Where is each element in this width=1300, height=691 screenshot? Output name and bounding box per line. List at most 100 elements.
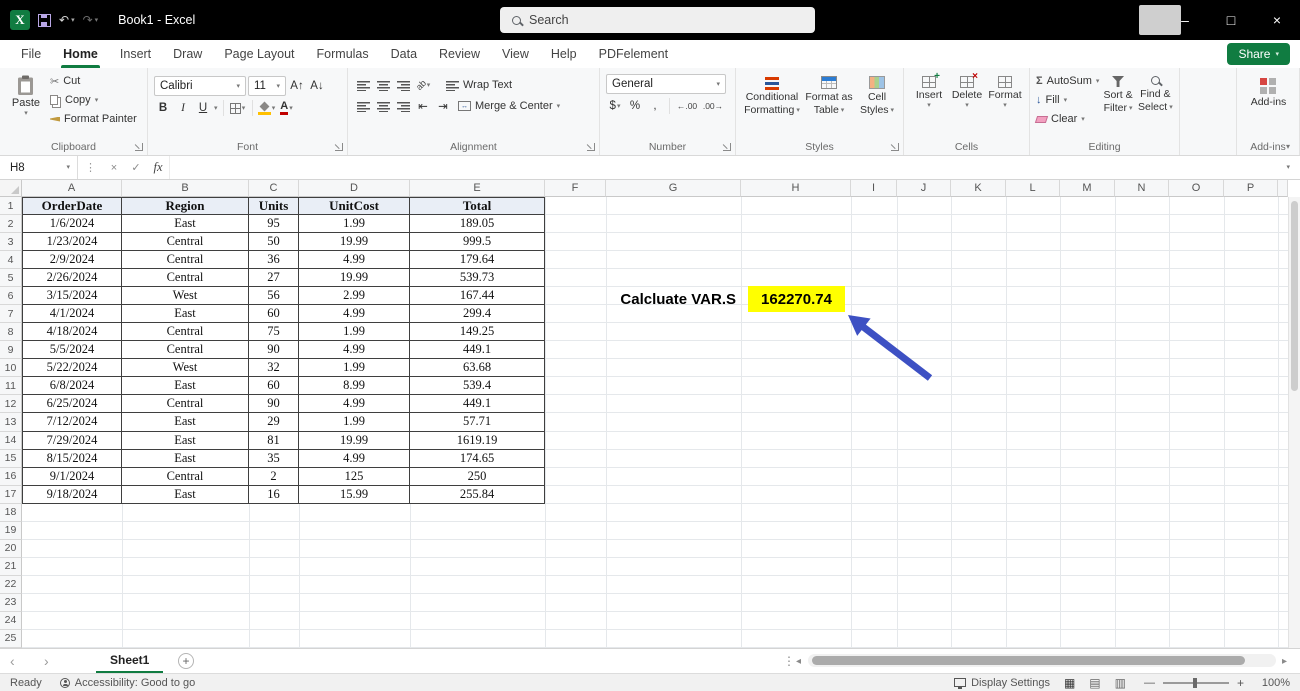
table-cell[interactable]: 1.99 <box>299 323 410 341</box>
table-cell[interactable]: East <box>122 215 249 233</box>
page-layout-view-button[interactable]: ▤ <box>1089 676 1100 690</box>
column-header-O[interactable]: O <box>1169 180 1224 197</box>
zoom-slider-thumb[interactable] <box>1193 678 1197 688</box>
close-button[interactable]: × <box>1254 0 1300 40</box>
add-sheet-button[interactable]: + <box>178 653 194 669</box>
table-cell[interactable]: East <box>122 413 249 431</box>
sort-filter-button[interactable]: Sort & Filter▾ <box>1099 73 1136 127</box>
row-header-5[interactable]: 5 <box>0 269 22 287</box>
fill-button[interactable]: ↓Fill▾ <box>1036 92 1099 108</box>
excel-logo-icon[interactable]: X <box>10 10 30 30</box>
table-cell[interactable]: 255.84 <box>410 486 545 504</box>
table-cell[interactable]: 4.99 <box>299 395 410 413</box>
row-header-4[interactable]: 4 <box>0 251 22 269</box>
table-cell[interactable]: 4.99 <box>299 341 410 359</box>
number-format-select[interactable]: General▾ <box>606 74 726 94</box>
number-dialog-launcher[interactable] <box>723 143 731 151</box>
font-color-button[interactable]: A▾ <box>278 99 296 117</box>
row-header-1[interactable]: 1 <box>0 197 22 215</box>
find-select-button[interactable]: Find & Select▾ <box>1137 73 1174 127</box>
table-cell[interactable]: 4.99 <box>299 251 410 269</box>
table-cell[interactable]: 5/22/2024 <box>22 359 122 377</box>
formula-input[interactable] <box>169 156 1276 179</box>
addins-button[interactable]: Add-ins <box>1251 73 1287 127</box>
row-header-19[interactable]: 19 <box>0 522 22 540</box>
column-header-P[interactable]: P <box>1224 180 1278 197</box>
table-cell[interactable]: Central <box>122 341 249 359</box>
column-header-N[interactable]: N <box>1115 180 1169 197</box>
column-header-M[interactable]: M <box>1060 180 1115 197</box>
select-all-corner[interactable] <box>0 180 22 197</box>
table-cell[interactable]: 56 <box>249 287 299 305</box>
table-cell[interactable]: East <box>122 377 249 395</box>
table-cell[interactable]: 75 <box>249 323 299 341</box>
name-box[interactable]: H8 ▾ <box>0 156 78 179</box>
cell-styles-button[interactable]: Cell Styles▾ <box>856 73 898 127</box>
align-left-button[interactable] <box>354 97 372 115</box>
table-cell[interactable]: 4/18/2024 <box>22 323 122 341</box>
table-header-cell[interactable]: Region <box>122 197 249 215</box>
align-bottom-button[interactable] <box>394 76 412 94</box>
table-cell[interactable]: 81 <box>249 432 299 450</box>
table-cell[interactable]: 4.99 <box>299 305 410 323</box>
table-cell[interactable]: Central <box>122 251 249 269</box>
table-cell[interactable]: Central <box>122 323 249 341</box>
align-center-button[interactable] <box>374 97 392 115</box>
table-cell[interactable]: 7/29/2024 <box>22 432 122 450</box>
highlighted-result-cell[interactable]: 162270.74 <box>748 286 845 312</box>
format-as-table-button[interactable]: Format as Table▾ <box>802 73 856 127</box>
ribbon-tab-data[interactable]: Data <box>380 40 428 68</box>
table-cell[interactable]: 19.99 <box>299 233 410 251</box>
table-cell[interactable]: 4.99 <box>299 450 410 468</box>
table-cell[interactable]: 250 <box>410 468 545 486</box>
formula-bar-expand-icon[interactable]: ▾ <box>1276 156 1300 179</box>
table-cell[interactable]: 8/15/2024 <box>22 450 122 468</box>
increase-indent-button[interactable]: ⇥ <box>434 97 452 115</box>
row-header-25[interactable]: 25 <box>0 630 22 648</box>
bold-button[interactable]: B <box>154 99 172 117</box>
row-header-8[interactable]: 8 <box>0 323 22 341</box>
table-cell[interactable]: 16 <box>249 486 299 504</box>
row-header-12[interactable]: 12 <box>0 395 22 413</box>
chevron-down-icon[interactable]: ▾ <box>71 17 75 24</box>
table-cell[interactable]: West <box>122 359 249 377</box>
vertical-scrollbar-thumb[interactable] <box>1291 201 1298 391</box>
table-cell[interactable]: 32 <box>249 359 299 377</box>
row-header-18[interactable]: 18 <box>0 504 22 522</box>
scroll-right-button[interactable]: ▸ <box>1282 649 1287 673</box>
table-cell[interactable]: 189.05 <box>410 215 545 233</box>
orientation-button[interactable]: ab▾ <box>414 76 432 94</box>
table-cell[interactable]: 449.1 <box>410 341 545 359</box>
table-cell[interactable]: Central <box>122 269 249 287</box>
zoom-in-button[interactable]: + <box>1237 676 1244 690</box>
ribbon-tab-draw[interactable]: Draw <box>162 40 213 68</box>
increase-font-size-button[interactable]: A↑ <box>288 77 306 95</box>
table-cell[interactable]: 15.99 <box>299 486 410 504</box>
column-header-overflow[interactable] <box>1278 180 1288 197</box>
merge-center-button[interactable]: Merge & Center▾ <box>458 100 560 112</box>
table-cell[interactable]: 1.99 <box>299 215 410 233</box>
scroll-left-button[interactable]: ◂ <box>796 649 801 673</box>
table-cell[interactable]: East <box>122 432 249 450</box>
maximize-button[interactable]: □ <box>1208 0 1254 40</box>
table-cell[interactable]: 6/25/2024 <box>22 395 122 413</box>
table-cell[interactable]: 1619.19 <box>410 432 545 450</box>
table-cell[interactable]: 95 <box>249 215 299 233</box>
wrap-text-button[interactable]: Wrap Text <box>446 79 512 91</box>
table-cell[interactable]: 179.64 <box>410 251 545 269</box>
table-cell[interactable]: East <box>122 450 249 468</box>
table-cell[interactable]: 90 <box>249 395 299 413</box>
delete-cells-button[interactable]: Delete ▾ <box>948 73 986 127</box>
row-header-13[interactable]: 13 <box>0 413 22 431</box>
row-header-16[interactable]: 16 <box>0 468 22 486</box>
vertical-scrollbar[interactable] <box>1288 197 1300 648</box>
table-cell[interactable]: 167.44 <box>410 287 545 305</box>
ribbon-tab-home[interactable]: Home <box>52 40 109 68</box>
table-cell[interactable]: 3/15/2024 <box>22 287 122 305</box>
table-cell[interactable]: 2/26/2024 <box>22 269 122 287</box>
page-break-view-button[interactable]: ▥ <box>1115 676 1126 690</box>
row-header-9[interactable]: 9 <box>0 341 22 359</box>
decrease-font-size-button[interactable]: A↓ <box>308 77 326 95</box>
minimize-button[interactable]: – <box>1162 0 1208 40</box>
styles-dialog-launcher[interactable] <box>891 143 899 151</box>
